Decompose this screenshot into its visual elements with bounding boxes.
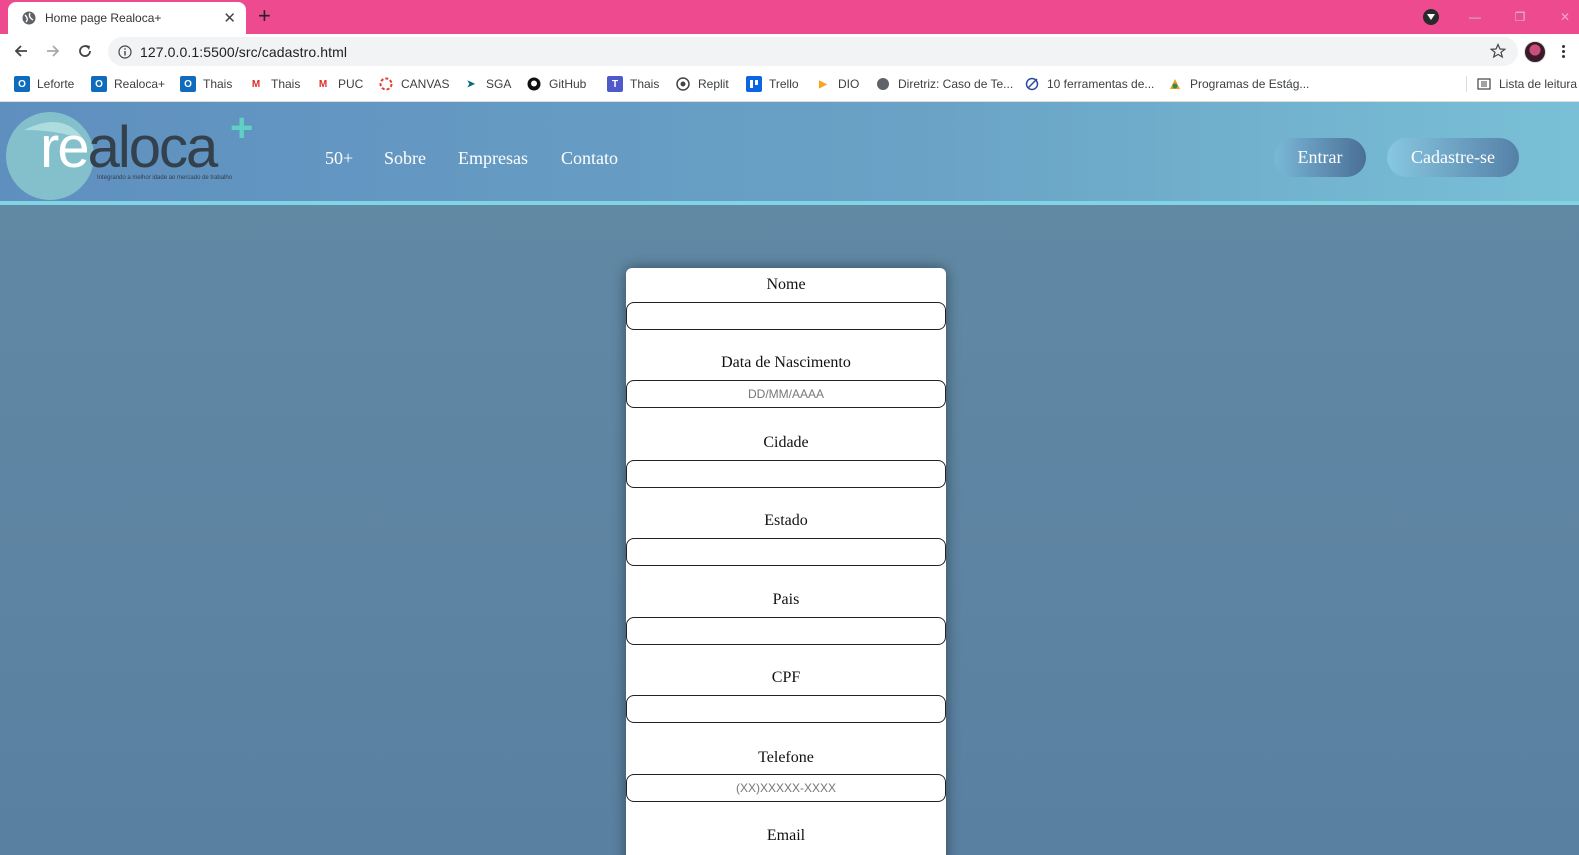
browser-tab-bar: Home page Realoca+ ✕ + — ❐ ✕ — [0, 0, 1579, 34]
forward-icon[interactable] — [43, 41, 63, 61]
gmail-icon: M — [251, 78, 261, 90]
browser-menu-icon[interactable] — [1562, 45, 1566, 58]
bookmark-item[interactable]: 10 ferramentas de... — [1024, 76, 1154, 92]
back-icon[interactable] — [11, 41, 31, 61]
site-info-icon[interactable] — [118, 44, 132, 59]
url-text: 127.0.0.1:5500/src/cadastro.html — [140, 43, 348, 60]
bookmark-star-icon[interactable] — [1490, 43, 1506, 59]
close-tab-icon[interactable]: ✕ — [223, 9, 236, 27]
sga-icon: ➤ — [466, 78, 476, 90]
gmail-icon: M — [318, 78, 328, 90]
data-nascimento-label: Data de Nascimento — [721, 354, 851, 371]
cpf-input[interactable] — [626, 695, 946, 723]
reading-list-icon — [1476, 76, 1492, 92]
estado-input[interactable] — [626, 538, 946, 566]
globe-icon — [875, 76, 891, 92]
bookmark-item[interactable]: CANVAS — [378, 76, 449, 92]
bookmark-item[interactable]: M Thais — [248, 76, 301, 92]
new-tab-icon[interactable]: + — [258, 3, 271, 29]
nome-input[interactable] — [626, 302, 946, 330]
dio-icon: ▶ — [819, 78, 827, 90]
bookmark-label: Diretriz: Caso de Te... — [898, 77, 1014, 91]
replit-icon — [675, 76, 691, 92]
teams-icon: T — [607, 76, 623, 92]
nav-contato[interactable]: Contato — [561, 148, 618, 169]
pais-label: Pais — [772, 591, 800, 608]
bookmark-item[interactable]: M PUC — [315, 76, 364, 92]
data-nascimento-input[interactable] — [626, 380, 946, 408]
telefone-label: Telefone — [758, 749, 814, 766]
logo-aloca: aloca — [87, 115, 219, 180]
bookmark-label: 10 ferramentas de... — [1047, 77, 1155, 91]
restore-icon[interactable]: ❐ — [1507, 0, 1533, 34]
nome-label: Nome — [766, 276, 806, 293]
logo-wordmark: realoca — [40, 119, 218, 177]
cidade-label: Cidade — [763, 434, 809, 451]
bookmark-item[interactable]: ▶ DIO — [815, 76, 859, 92]
trello-icon — [746, 76, 762, 92]
target-icon — [1024, 76, 1040, 92]
canvas-icon — [378, 76, 394, 92]
programs-icon — [1167, 76, 1183, 92]
bookmark-item[interactable]: T Thais — [607, 76, 659, 92]
bookmark-label: DIO — [838, 77, 860, 91]
cpf-label: CPF — [771, 669, 801, 686]
nav-50plus[interactable]: 50+ — [325, 148, 353, 169]
email-label: Email — [766, 827, 806, 844]
bookmark-label: Programas de Estág... — [1190, 77, 1310, 91]
bookmark-label: CANVAS — [401, 77, 450, 91]
bookmark-item[interactable]: O Realoca+ — [91, 76, 165, 92]
browser-toolbar: 127.0.0.1:5500/src/cadastro.html — [0, 34, 1579, 68]
github-icon — [526, 76, 542, 92]
bookmark-label: PUC — [338, 77, 364, 91]
bookmark-label: Leforte — [37, 77, 75, 91]
bookmark-label: Thais — [271, 77, 301, 91]
bookmark-label: Replit — [698, 77, 729, 91]
site-logo[interactable]: realoca + Integrando a melhor idade ao m… — [4, 106, 264, 200]
telefone-input[interactable] — [626, 774, 946, 802]
logo-re: re — [40, 115, 90, 180]
cidade-input[interactable] — [626, 460, 946, 488]
bookmark-label: Thais — [203, 77, 233, 91]
bookmark-item[interactable]: Diretriz: Caso de Te... — [875, 76, 1013, 92]
tab-title: Home page Realoca+ — [45, 11, 162, 25]
browser-tab[interactable]: Home page Realoca+ ✕ — [8, 2, 246, 34]
nav-sobre[interactable]: Sobre — [384, 148, 426, 169]
close-window-icon[interactable]: ✕ — [1552, 0, 1578, 34]
reading-list-label: Lista de leitura — [1499, 77, 1578, 91]
bookmark-item[interactable]: Trello — [746, 76, 799, 92]
bookmark-label: Trello — [769, 77, 799, 91]
bookmark-item[interactable]: Programas de Estág... — [1167, 76, 1309, 92]
bookmark-label: Realoca+ — [114, 77, 166, 91]
bookmark-item[interactable]: O Leforte — [14, 76, 74, 92]
outlook-icon: O — [14, 76, 30, 92]
signup-button[interactable]: Cadastre-se — [1387, 138, 1519, 177]
pais-input[interactable] — [626, 617, 946, 645]
estado-label: Estado — [764, 512, 808, 529]
bookmark-item[interactable]: GitHub — [526, 76, 586, 92]
tab-search-icon[interactable] — [1423, 9, 1439, 25]
login-button[interactable]: Entrar — [1274, 138, 1366, 177]
bookmark-item[interactable]: Replit — [675, 76, 729, 92]
bookmark-label: SGA — [486, 77, 512, 91]
bookmark-label: GitHub — [549, 77, 587, 91]
address-bar[interactable]: 127.0.0.1:5500/src/cadastro.html — [108, 37, 1518, 66]
logo-tagline: Integrando a melhor idade ao mercado de … — [97, 175, 233, 181]
bookmark-label: Thais — [630, 77, 660, 91]
nav-empresas[interactable]: Empresas — [458, 148, 528, 169]
minimize-icon[interactable]: — — [1462, 0, 1488, 34]
bookmark-item[interactable]: ➤ SGA — [463, 76, 512, 92]
reload-icon[interactable] — [75, 41, 95, 61]
bookmarks-bar: O Leforte O Realoca+ O Thais M Thais M PUC CA… — [0, 68, 1579, 102]
reading-list[interactable]: Lista de leitura — [1466, 76, 1577, 92]
logo-plus: + — [230, 106, 254, 150]
outlook-icon: O — [91, 76, 107, 92]
profile-avatar[interactable] — [1524, 41, 1546, 63]
bookmark-item[interactable]: O Thais — [180, 76, 232, 92]
outlook-icon: O — [180, 76, 196, 92]
signup-form: Nome Data de Nascimento Cidade Estado Pa… — [626, 268, 946, 855]
globe-icon — [22, 11, 36, 25]
